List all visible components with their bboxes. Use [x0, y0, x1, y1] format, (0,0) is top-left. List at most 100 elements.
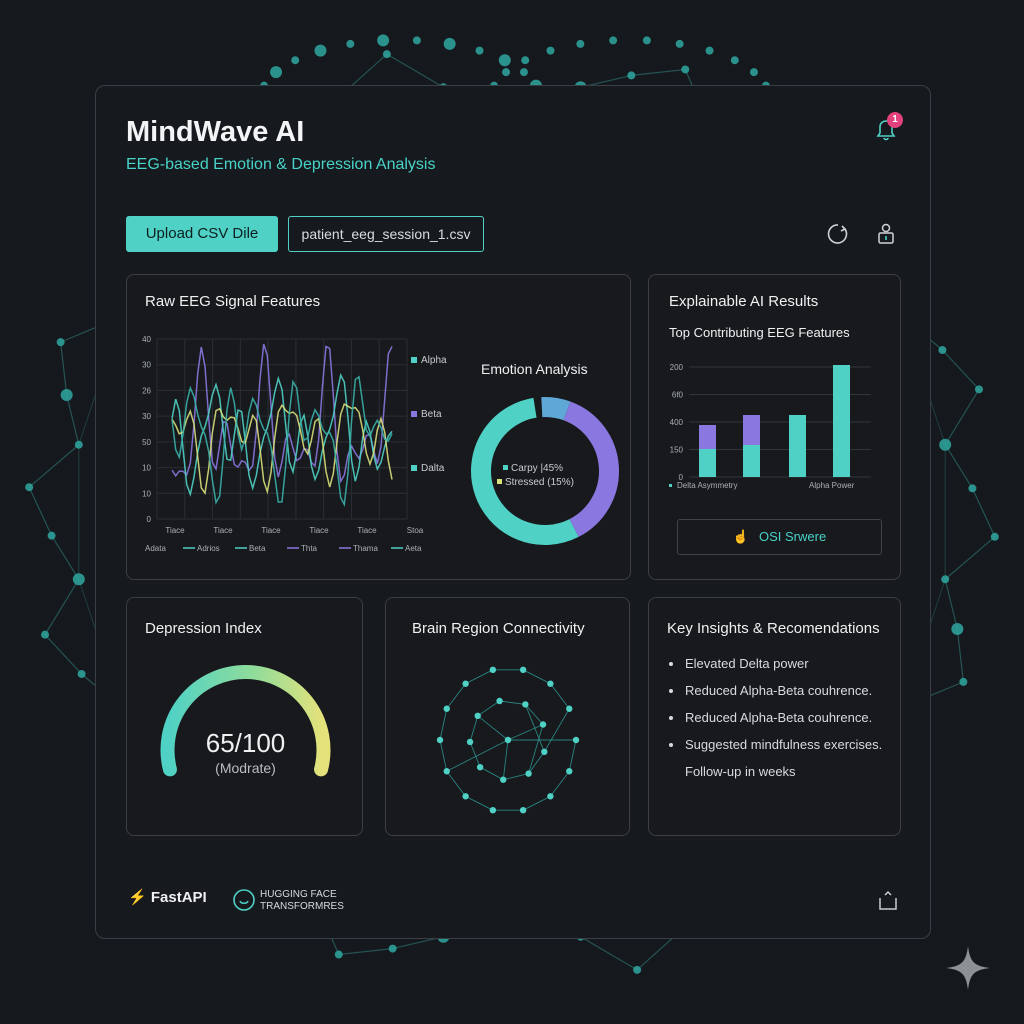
legend-label: Thama [353, 544, 378, 553]
network-node [576, 39, 585, 48]
connection-line [528, 724, 544, 774]
bar [833, 365, 850, 477]
connection-line [465, 669, 494, 685]
legend-swatch [411, 411, 417, 417]
network-node [382, 50, 391, 59]
refresh-icon[interactable] [826, 222, 850, 246]
network-node [519, 68, 528, 77]
network-node [74, 440, 83, 449]
hf-line1: HUGGING FACE [260, 889, 337, 900]
connection-line [479, 766, 504, 781]
region-node [443, 705, 450, 712]
donut-slice [541, 397, 571, 421]
connection-line [465, 795, 494, 811]
connection-line [439, 708, 448, 741]
eeg-series-line [171, 402, 393, 496]
network-node [938, 346, 947, 355]
hf-line2: TRANSFORMRES [260, 901, 344, 912]
bar [699, 449, 716, 477]
x-tick-label: Tiace [213, 526, 233, 535]
legend-label: Beta [421, 409, 442, 420]
network-link [386, 53, 444, 88]
user-lock-icon[interactable] [874, 222, 898, 246]
xai-title: Explainable AI Results [669, 293, 819, 310]
network-link [944, 444, 973, 489]
depression-value: 65/100 [205, 728, 286, 758]
network-node [939, 438, 952, 451]
network-node [546, 46, 555, 55]
list-item: Elevated Delta power [667, 654, 882, 681]
notification-badge: 1 [887, 112, 903, 128]
legend-label: Dalta [421, 463, 445, 474]
network-node [951, 622, 964, 635]
osi-button[interactable]: ☝ OSI Srwere [677, 519, 882, 555]
x-tick-label: Tiace [357, 526, 377, 535]
network-node [40, 630, 49, 639]
network-link [944, 536, 996, 580]
upload-csv-button[interactable]: Upload CSV Dile [126, 216, 278, 252]
osi-button-label: OSI Srwere [759, 529, 827, 544]
y-tick-label: 10 [142, 464, 151, 473]
legend-swatch [669, 484, 672, 487]
network-node [60, 389, 73, 402]
network-node [25, 483, 34, 492]
network-node [975, 385, 984, 394]
connection-line [522, 669, 551, 685]
network-node [675, 39, 684, 48]
network-link [44, 578, 80, 635]
network-link [956, 628, 964, 682]
network-node [730, 56, 739, 65]
y-tick-label: 30 [142, 361, 151, 370]
region-node [462, 680, 469, 687]
legend-label: Thta [301, 544, 318, 553]
emotion-donut-chart: Carpy |45% Stressed (15%) [471, 397, 619, 545]
network-node [609, 36, 618, 45]
file-name-field[interactable]: patient_eeg_session_1.csv [288, 216, 484, 252]
connection-line [469, 715, 479, 743]
sparkle-icon [946, 946, 990, 990]
region-node [566, 768, 573, 775]
insights-title: Key Insights & Recomendations [667, 620, 880, 637]
bar [789, 415, 806, 477]
connection-line [528, 751, 545, 774]
region-node [500, 776, 507, 783]
share-icon[interactable] [877, 889, 899, 911]
y-tick-label: 30 [142, 412, 151, 421]
network-link [66, 394, 80, 445]
region-node [466, 738, 474, 746]
connection-line [439, 739, 448, 772]
network-node [291, 56, 300, 65]
network-node [749, 68, 758, 77]
network-node [314, 44, 327, 57]
network-link [51, 535, 80, 580]
x-tick-label: Tiace [309, 526, 329, 535]
y-tick-label: 40 [142, 335, 151, 344]
network-node [56, 338, 65, 347]
list-item: Suggested mindfulness exercises. [667, 735, 882, 762]
legend-swatch [503, 465, 508, 470]
insights-card: Key Insights & Recomendations Elevated D… [648, 597, 901, 836]
y-tick-label: 400 [670, 418, 684, 427]
fastapi-logo: ⚡ FastAPI [128, 888, 207, 906]
connection-line [522, 795, 551, 811]
list-item: Follow-up in weeks [685, 764, 796, 779]
notification-button[interactable]: 1 [872, 112, 903, 144]
y-tick-label: 6f0 [672, 391, 684, 400]
x-label: Alpha Power [809, 481, 855, 490]
region-node [541, 748, 548, 756]
network-link [28, 444, 80, 488]
brain-connectivity-card: Brain Region Connectivity [385, 597, 630, 836]
region-node [566, 705, 573, 712]
region-node [572, 736, 580, 744]
xai-card: Explainable AI Results Top Contributing … [648, 274, 901, 580]
y-tick-label: 26 [142, 386, 151, 395]
y-tick-label: 200 [670, 363, 684, 372]
legend-swatch [411, 465, 417, 471]
network-node [47, 531, 56, 540]
legend-label: Adrios [197, 544, 220, 553]
network-link [631, 68, 686, 76]
region-node [443, 768, 450, 775]
legend-label: Alpha [421, 355, 447, 366]
x-tick-label: Tiace [165, 526, 185, 535]
network-node [633, 965, 642, 974]
